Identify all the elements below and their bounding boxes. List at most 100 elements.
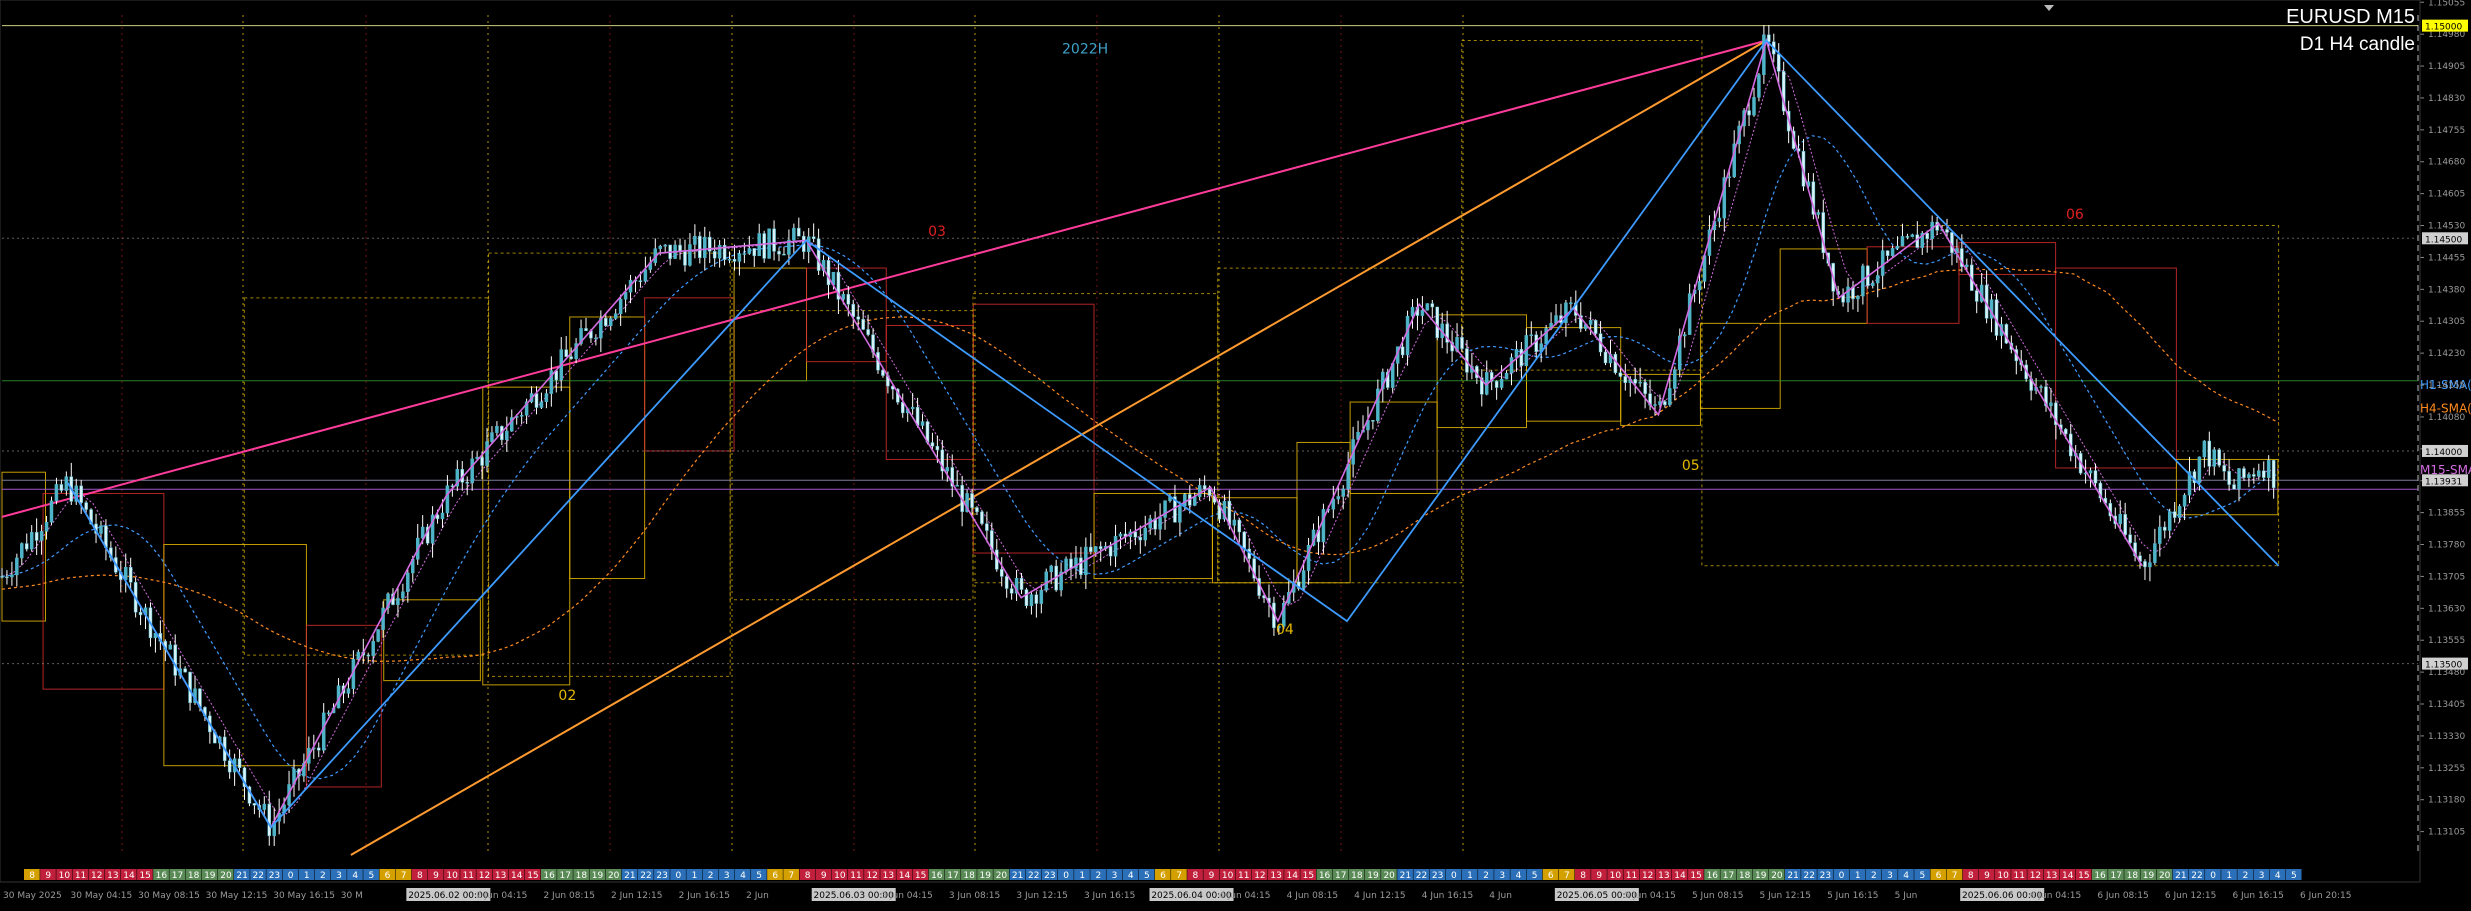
candle-body [688,244,692,266]
ohlc-box [733,267,808,382]
candle-body [816,238,821,271]
hour-label: 12 [866,871,877,881]
price-chart[interactable]: 03060204052022HH1-SMA(21)H4-SMA(21)M15-S… [0,0,2471,907]
candle-body [5,576,9,578]
hour-label: 17 [947,871,958,881]
hour-label: 4 [352,871,358,881]
candle-body [183,668,187,673]
candle-body [608,318,613,327]
time-label: 30 May 16:15 [273,891,335,901]
candle-body [2227,470,2231,485]
chart-grid [121,15,2419,855]
candle-body [2049,402,2053,407]
candle-body [371,641,375,656]
hour-label: 2 [2243,871,2249,881]
candle-body [2271,460,2276,489]
candle-body [1158,517,1162,530]
hour-label: 16 [1319,871,1331,881]
candle-body [1846,286,1850,303]
candle-body [1237,519,1242,533]
hour-label: 2 [320,871,326,881]
candle-body [1118,533,1123,537]
candle-body [851,303,855,317]
candle-body [1346,463,1350,490]
hour-label: 8 [1192,871,1198,881]
candle-body [1856,295,1860,300]
candle-body [1039,589,1044,604]
candle-body [2247,474,2251,478]
candle-body [1138,536,1143,541]
hour-label: 17 [1335,871,1346,881]
scroll-marker-icon [2044,5,2054,11]
candle-body [420,526,425,539]
candle-body [945,467,950,472]
price-axis[interactable]: 1.150551.149801.149051.148301.147551.146… [2419,0,2468,855]
hour-label: 20 [2159,871,2171,881]
candle-body [1079,557,1083,575]
candle-body [782,253,786,256]
hour-label: 12 [1642,871,1653,881]
hour-label: 5 [368,871,374,881]
candle-body [1435,306,1439,339]
candle-body [1618,372,1623,377]
hour-label: 1 [1855,871,1861,881]
candle-body [1776,53,1781,72]
time-label: 5 Jun [1895,891,1918,901]
time-label: 5 Jun 12:15 [1760,891,1811,901]
daily-range-box [972,293,1219,584]
candle-body [727,258,732,261]
hour-label: 7 [789,871,795,881]
candle-body [1588,320,1593,325]
price-label: 1.13500 [2425,661,2462,671]
candle-body [841,294,846,300]
hour-label: 4 [1128,871,1134,881]
candle-body [470,458,474,484]
candle-body [2266,460,2271,478]
candle-body [1183,494,1187,507]
candle-body [376,629,380,642]
zigzag-main [66,39,2280,829]
candle-body [495,426,499,433]
hour-label: 11 [1626,871,1637,881]
ohlc-box [42,492,165,690]
pivot-label: 05 [1682,458,1700,474]
candle-body [762,233,766,259]
time-label: 3 Jun 12:15 [1016,891,1067,901]
hour-label: 5 [756,871,762,881]
candle-body [396,597,400,605]
hour-label: 10 [446,871,458,881]
hour-label: 0 [1451,871,1457,881]
time-axis[interactable]: 30 May 2025 30 May 04:15 30 May 08:15 30 Ma… [0,881,2420,901]
candle-body [985,523,989,531]
price-tick-label: 1.13105 [2428,828,2465,838]
candle-body [975,507,979,513]
candle-body [1069,558,1073,569]
price-tick-label: 1.15055 [2428,0,2465,8]
pivot-labels: 03060204052022HH1-SMA(21)H4-SMA(21)M15-S… [558,41,2471,703]
candle-body [1207,488,1212,496]
time-label: 2 Jun [746,891,769,901]
candle-body [99,525,103,534]
candle-body [1514,348,1519,358]
hour-label: 3 [336,871,342,881]
hour-label: 22 [1028,871,1039,881]
pivot-label: 04 [1276,622,1294,638]
hour-label: 23 [1820,871,1831,881]
hour-label: 0 [1839,871,1845,881]
candle-body [2261,470,2266,478]
hour-label: 14 [1287,871,1299,881]
hour-label: 21 [1787,871,1798,881]
price-tick-label: 1.14455 [2428,253,2465,263]
price-tick-label: 1.13405 [2428,700,2465,710]
hour-label: 11 [1238,871,1249,881]
candle-body [1519,348,1524,367]
chart-window[interactable]: 03060204052022HH1-SMA(21)H4-SMA(21)M15-S… [0,0,2471,907]
ohlc-box [1525,327,1622,422]
hour-label: 7 [1176,871,1182,881]
hour-label: 1 [304,871,310,881]
pivot-label: 06 [2066,207,2084,223]
time-label: 3 Jun 08:15 [949,891,1000,901]
candle-body [2202,440,2207,458]
candle-body [237,758,242,769]
candle-body [519,415,524,417]
